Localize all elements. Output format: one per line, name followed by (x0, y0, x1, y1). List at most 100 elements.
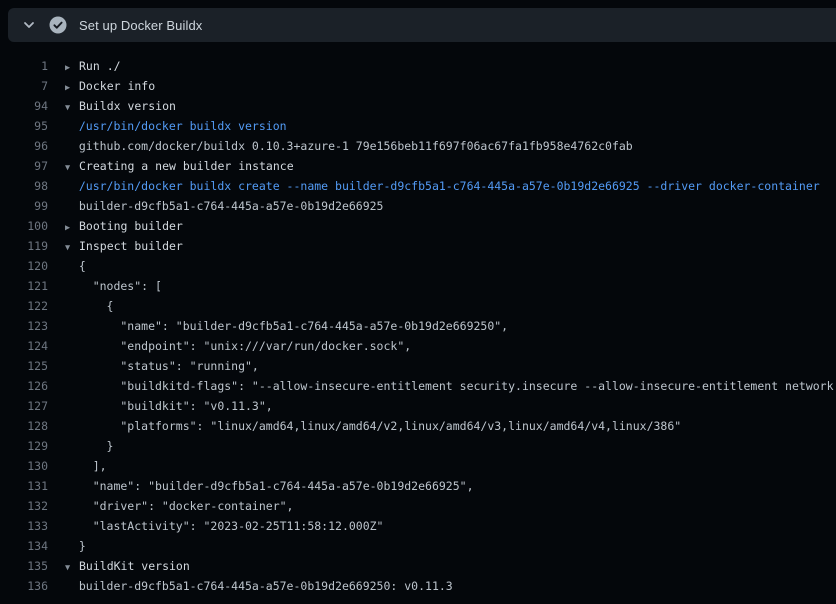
log-line[interactable]: 100 ▶Booting builder (0, 216, 836, 236)
line-number[interactable]: 135 (0, 556, 48, 576)
log-text: ▼Inspect builder (48, 236, 183, 256)
log-line: 96 github.com/docker/buildx 0.10.3+azure… (0, 136, 836, 156)
line-number[interactable]: 100 (0, 216, 48, 236)
log-line[interactable]: 7 ▶Docker info (0, 76, 836, 96)
group-title: Run ./ (79, 59, 121, 73)
line-number[interactable]: 1 (0, 56, 48, 76)
line-number[interactable]: 96 (0, 136, 48, 156)
log-text: /usr/bin/docker buildx create --name bui… (48, 176, 820, 196)
line-number[interactable]: 97 (0, 156, 48, 176)
line-number[interactable]: 128 (0, 416, 48, 436)
collapse-arrow-icon[interactable]: ▶ (65, 78, 79, 98)
group-title: Creating a new builder instance (79, 159, 294, 173)
collapse-arrow-icon[interactable]: ▶ (65, 58, 79, 78)
log-text: "buildkit": "v0.11.3", (48, 396, 273, 416)
log-line: 131 "name": "builder-d9cfb5a1-c764-445a-… (0, 476, 836, 496)
line-number[interactable]: 7 (0, 76, 48, 96)
log-line[interactable]: 1 ▶Run ./ (0, 56, 836, 76)
log-line: 128 "platforms": "linux/amd64,linux/amd6… (0, 416, 836, 436)
line-number[interactable]: 130 (0, 456, 48, 476)
log-text: /usr/bin/docker buildx version (48, 116, 287, 136)
log-text: { (48, 296, 113, 316)
expand-arrow-icon[interactable]: ▼ (65, 238, 79, 258)
log-line: 125 "status": "running", (0, 356, 836, 376)
log-text: ▼BuildKit version (48, 556, 190, 576)
expand-arrow-icon[interactable]: ▼ (65, 98, 79, 118)
log-text: github.com/docker/buildx 0.10.3+azure-1 … (48, 136, 633, 156)
line-number[interactable]: 134 (0, 536, 48, 556)
line-number[interactable]: 131 (0, 476, 48, 496)
log-line: 126 "buildkitd-flags": "--allow-insecure… (0, 376, 836, 396)
line-number[interactable]: 136 (0, 576, 48, 596)
log-line: 127 "buildkit": "v0.11.3", (0, 396, 836, 416)
log-line: 95 /usr/bin/docker buildx version (0, 116, 836, 136)
log-line: 123 "name": "builder-d9cfb5a1-c764-445a-… (0, 316, 836, 336)
log-line: 120 { (0, 256, 836, 276)
log-text: builder-d9cfb5a1-c764-445a-a57e-0b19d2e6… (48, 576, 453, 596)
log-text: "driver": "docker-container", (48, 496, 293, 516)
expand-arrow-icon[interactable]: ▼ (65, 558, 79, 578)
log-line: 132 "driver": "docker-container", (0, 496, 836, 516)
log-line[interactable]: 97 ▼Creating a new builder instance (0, 156, 836, 176)
line-number[interactable]: 99 (0, 196, 48, 216)
line-number[interactable]: 127 (0, 396, 48, 416)
log-line[interactable]: 135 ▼BuildKit version (0, 556, 836, 576)
line-number[interactable]: 125 (0, 356, 48, 376)
log-text: ▶Booting builder (48, 216, 183, 236)
log-line[interactable]: 119 ▼Inspect builder (0, 236, 836, 256)
log-line: 98 /usr/bin/docker buildx create --name … (0, 176, 836, 196)
step-title: Set up Docker Buildx (79, 18, 202, 33)
line-number[interactable]: 124 (0, 336, 48, 356)
line-number[interactable]: 119 (0, 236, 48, 256)
log-line: 129 } (0, 436, 836, 456)
step-header[interactable]: Set up Docker Buildx (8, 8, 836, 42)
line-number[interactable]: 123 (0, 316, 48, 336)
log-line: 130 ], (0, 456, 836, 476)
check-circle-icon (49, 16, 67, 34)
group-title: Docker info (79, 79, 155, 93)
log-text: "nodes": [ (48, 276, 162, 296)
line-number[interactable]: 126 (0, 376, 48, 396)
log-text: ], (48, 456, 107, 476)
log-line: 134 } (0, 536, 836, 556)
line-number[interactable]: 132 (0, 496, 48, 516)
log-text: } (48, 436, 113, 456)
group-title: Booting builder (79, 219, 183, 233)
log-text: "lastActivity": "2023-02-25T11:58:12.000… (48, 516, 384, 536)
log-text: ▶Run ./ (48, 56, 121, 76)
group-title: Inspect builder (79, 239, 183, 253)
log-text: "status": "running", (48, 356, 259, 376)
line-number[interactable]: 133 (0, 516, 48, 536)
collapse-arrow-icon[interactable]: ▶ (65, 218, 79, 238)
line-number[interactable]: 95 (0, 116, 48, 136)
log-line: 136 builder-d9cfb5a1-c764-445a-a57e-0b19… (0, 576, 836, 596)
log-text: ▶Docker info (48, 76, 155, 96)
line-number[interactable]: 98 (0, 176, 48, 196)
log-text: "platforms": "linux/amd64,linux/amd64/v2… (48, 416, 681, 436)
log-text: ▼Buildx version (48, 96, 176, 116)
log-text: { (48, 256, 86, 276)
line-number[interactable]: 121 (0, 276, 48, 296)
log-text: } (48, 536, 86, 556)
log-text: "buildkitd-flags": "--allow-insecure-ent… (48, 376, 836, 396)
log-line: 124 "endpoint": "unix:///var/run/docker.… (0, 336, 836, 356)
chevron-down-icon[interactable] (22, 18, 36, 32)
line-number[interactable]: 122 (0, 296, 48, 316)
line-number[interactable]: 120 (0, 256, 48, 276)
log-line: 121 "nodes": [ (0, 276, 836, 296)
log-line[interactable]: 94 ▼Buildx version (0, 96, 836, 116)
log-line: 122 { (0, 296, 836, 316)
log-text: "name": "builder-d9cfb5a1-c764-445a-a57e… (48, 316, 508, 336)
group-title: Buildx version (79, 99, 176, 113)
line-number[interactable]: 129 (0, 436, 48, 456)
log-text: ▼Creating a new builder instance (48, 156, 294, 176)
log: 1 ▶Run ./ 7 ▶Docker info 94 ▼Buildx vers… (0, 42, 836, 596)
log-text: "endpoint": "unix:///var/run/docker.sock… (48, 336, 411, 356)
log-line: 99 builder-d9cfb5a1-c764-445a-a57e-0b19d… (0, 196, 836, 216)
expand-arrow-icon[interactable]: ▼ (65, 158, 79, 178)
group-title: BuildKit version (79, 559, 190, 573)
log-text: "name": "builder-d9cfb5a1-c764-445a-a57e… (48, 476, 474, 496)
log-line: 133 "lastActivity": "2023-02-25T11:58:12… (0, 516, 836, 536)
line-number[interactable]: 94 (0, 96, 48, 116)
log-text: builder-d9cfb5a1-c764-445a-a57e-0b19d2e6… (48, 196, 384, 216)
